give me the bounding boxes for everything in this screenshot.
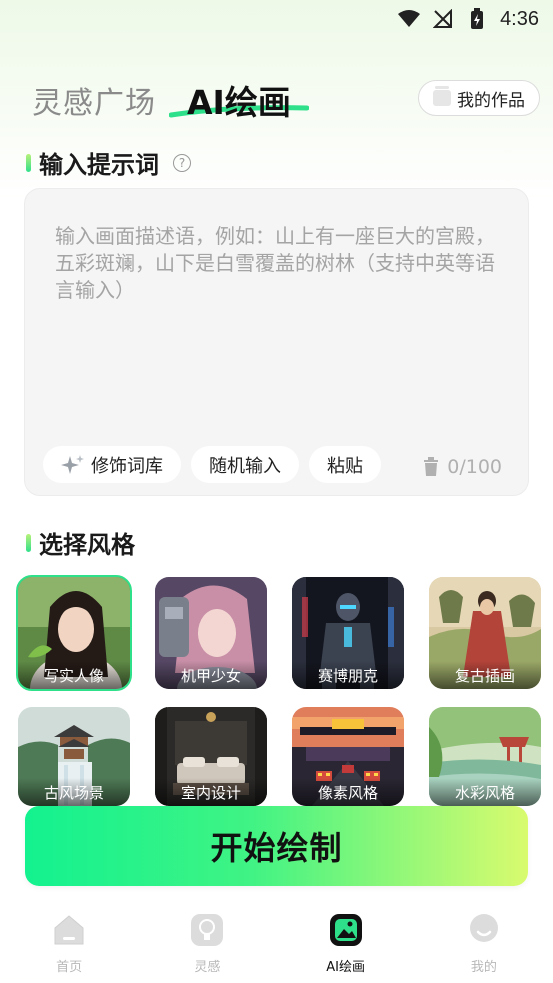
bottom-nav: 首页 灵感 AI绘画 我的 xyxy=(0,900,553,983)
prompt-actions: 修饰词库 随机输入 粘贴 xyxy=(43,446,381,483)
nav-item-profile[interactable]: 我的 xyxy=(415,900,553,983)
wifi-icon xyxy=(398,8,421,30)
status-time: 4:36 xyxy=(500,7,539,30)
home-icon xyxy=(54,915,84,945)
prompt-input[interactable]: 输入画面描述语，例如：山上有一座巨大的宫殿，五彩斑斓，山下是白雪覆盖的树林（支持… xyxy=(24,188,529,496)
random-input-button[interactable]: 随机输入 xyxy=(191,446,299,483)
trash-icon[interactable] xyxy=(423,457,439,477)
style-label: 水彩风格 xyxy=(429,778,541,806)
tab-ai-drawing[interactable]: AI绘画 xyxy=(187,76,291,124)
section-accent-bar xyxy=(26,153,31,172)
start-drawing-button[interactable]: 开始绘制 xyxy=(25,806,528,886)
prompt-placeholder[interactable]: 输入画面描述语，例如：山上有一座巨大的宫殿，五彩斑斓，山下是白雪覆盖的树林（支持… xyxy=(55,223,503,304)
sparkle-icon xyxy=(61,454,84,474)
style-section-title: 选择风格 xyxy=(39,531,135,559)
style-label: 机甲少女 xyxy=(155,661,267,689)
style-card-retro-illustration[interactable]: 复古插画 xyxy=(429,577,541,689)
style-card-cyberpunk[interactable]: 赛博朋克 xyxy=(292,577,404,689)
nav-label-ai-drawing: AI绘画 xyxy=(326,960,365,975)
prompt-section-title: 输入提示词 xyxy=(39,151,159,179)
start-drawing-label: 开始绘制 xyxy=(210,829,343,867)
nav-item-inspiration[interactable]: 灵感 xyxy=(138,900,276,983)
tab-inspiration-square[interactable]: 灵感广场 xyxy=(32,78,156,122)
style-label: 赛博朋克 xyxy=(292,661,404,689)
question-icon[interactable]: ? xyxy=(173,153,191,172)
style-label: 复古插画 xyxy=(429,661,541,689)
style-row-2: 古风场景 室内设计 像素风格 水彩风格 xyxy=(18,707,541,806)
char-counter: 0/100 xyxy=(423,456,502,478)
my-works-button[interactable]: 我的作品 xyxy=(418,80,540,116)
style-card-watercolor[interactable]: 水彩风格 xyxy=(429,707,541,806)
style-section-header: 选择风格 xyxy=(26,525,135,560)
paste-label: 粘贴 xyxy=(327,455,363,477)
paste-button[interactable]: 粘贴 xyxy=(309,446,381,483)
no-signal-icon xyxy=(432,8,454,30)
style-label: 室内设计 xyxy=(155,778,267,806)
prompt-section-header: 输入提示词 ? xyxy=(26,145,191,180)
nav-item-home[interactable]: 首页 xyxy=(0,900,138,983)
style-card-ancient-scene[interactable]: 古风场景 xyxy=(18,707,130,806)
style-row-1: 写实人像 机甲少女 赛博朋克 复古插画 xyxy=(16,575,541,691)
style-card-pixel-style[interactable]: 像素风格 xyxy=(292,707,404,806)
lightbulb-icon xyxy=(191,914,224,946)
stack-icon xyxy=(433,86,451,106)
profile-icon xyxy=(469,914,498,942)
nav-item-ai-drawing[interactable]: AI绘画 xyxy=(277,900,415,983)
nav-label-inspiration: 灵感 xyxy=(194,960,221,975)
image-icon xyxy=(329,914,362,946)
style-card-realistic-portrait[interactable]: 写实人像 xyxy=(16,575,132,691)
modifier-library-button[interactable]: 修饰词库 xyxy=(43,446,181,483)
my-works-label: 我的作品 xyxy=(457,90,525,111)
style-card-mecha-girl[interactable]: 机甲少女 xyxy=(155,577,267,689)
section-accent-bar xyxy=(26,533,31,552)
modifier-library-label: 修饰词库 xyxy=(91,455,163,477)
battery-charging-icon xyxy=(466,8,488,30)
nav-label-profile: 我的 xyxy=(470,960,497,975)
char-count: 0/100 xyxy=(447,456,502,478)
style-label: 像素风格 xyxy=(292,778,404,806)
nav-label-home: 首页 xyxy=(56,960,83,975)
style-card-interior-design[interactable]: 室内设计 xyxy=(155,707,267,806)
status-bar: 4:36 xyxy=(0,0,553,38)
style-label: 写实人像 xyxy=(18,661,130,689)
random-input-label: 随机输入 xyxy=(209,455,281,477)
header: 灵感广场 AI绘画 我的作品 xyxy=(32,74,542,124)
style-label: 古风场景 xyxy=(18,778,130,806)
